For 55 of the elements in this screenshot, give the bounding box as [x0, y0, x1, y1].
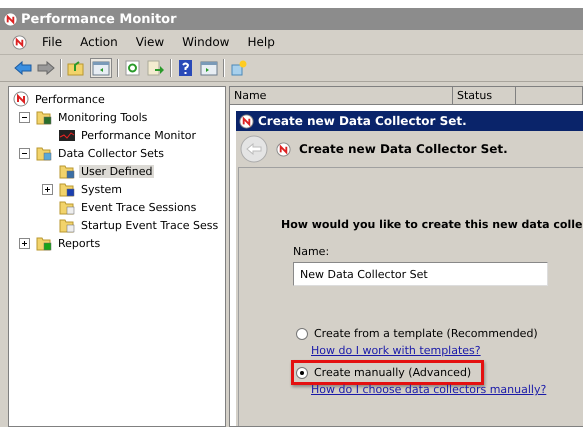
tree-item[interactable]: Event Trace Sessions — [79, 200, 198, 214]
name-field[interactable]: New Data Collector Set — [293, 262, 548, 286]
back-arrow-icon[interactable] — [14, 60, 32, 76]
tree-item[interactable]: Startup Event Trace Sess — [79, 218, 220, 232]
folder-up-icon[interactable] — [67, 60, 85, 76]
expander-icon[interactable] — [19, 112, 30, 122]
tree-item[interactable]: User Defined — [79, 164, 154, 178]
folder-icon — [59, 181, 75, 197]
wizard-heading: Create new Data Collector Set. — [299, 142, 508, 156]
help-icon[interactable] — [177, 60, 195, 76]
folder-icon — [59, 217, 75, 233]
gauge-icon — [239, 114, 254, 128]
expander-icon[interactable] — [19, 148, 30, 158]
tree-item[interactable]: Monitoring Tools — [56, 110, 150, 124]
folder-icon — [36, 145, 52, 161]
tree-item[interactable]: Data Collector Sets — [56, 146, 166, 160]
gauge-icon[interactable] — [12, 34, 27, 50]
chart-icon — [59, 127, 75, 143]
folder-icon — [36, 235, 52, 251]
question-text: How would you like to create this new data colle — [281, 218, 583, 231]
dialog-title: Create new Data Collector Set. — [258, 114, 467, 128]
radio-button[interactable] — [296, 328, 308, 340]
pane-icon[interactable] — [200, 60, 218, 76]
forward-arrow-icon[interactable] — [37, 60, 55, 76]
back-button[interactable] — [240, 135, 268, 163]
name-label: Name: — [293, 245, 330, 258]
window-title: Performance Monitor — [21, 12, 177, 26]
pane-toggle-button[interactable] — [90, 58, 112, 78]
menu-item[interactable]: File — [33, 35, 72, 49]
folder-icon — [59, 199, 75, 215]
new-window-icon[interactable] — [230, 60, 248, 76]
help-link[interactable]: How do I choose data collectors manually? — [311, 383, 583, 396]
menu-item[interactable]: Action — [71, 35, 127, 49]
folder-icon — [59, 163, 75, 179]
option-label[interactable]: Create from a template (Recommended) — [314, 327, 538, 340]
menu-item[interactable]: Help — [238, 35, 284, 49]
column-header[interactable]: Status — [453, 87, 516, 104]
gauge-icon — [276, 142, 291, 156]
radio-button[interactable] — [296, 366, 308, 378]
tree-item[interactable]: Performance Monitor — [79, 128, 198, 142]
expander-icon[interactable] — [42, 184, 53, 194]
menu-item[interactable]: View — [126, 35, 174, 49]
gauge-icon — [13, 91, 29, 107]
tree-item[interactable]: Reports — [56, 236, 102, 250]
tree-item[interactable]: System — [79, 182, 124, 196]
refresh-icon[interactable] — [124, 60, 142, 76]
export-icon[interactable] — [147, 60, 165, 76]
option-label[interactable]: Create manually (Advanced) — [314, 366, 472, 379]
help-link[interactable]: How do I work with templates? — [311, 344, 583, 357]
menu-item[interactable]: Window — [173, 35, 238, 49]
folder-icon — [36, 109, 52, 125]
gauge-icon — [3, 12, 18, 26]
tree-item[interactable]: Performance — [33, 92, 107, 106]
column-header[interactable]: Name — [230, 87, 453, 104]
expander-icon[interactable] — [19, 238, 30, 248]
